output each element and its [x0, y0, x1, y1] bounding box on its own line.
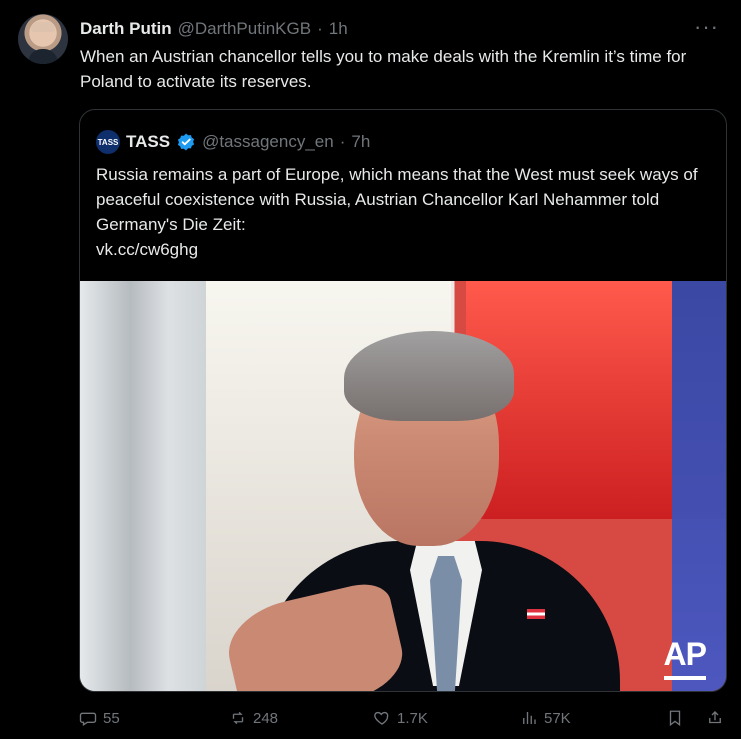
speaker-figure [219, 331, 635, 691]
quoted-separator-dot: · [339, 132, 346, 151]
quoted-tweet-text: Russia remains a part of Europe, which m… [96, 162, 710, 262]
hair [344, 331, 514, 421]
reply-button[interactable]: 55 [79, 703, 120, 733]
quoted-tweet-card[interactable]: TASS TASS @tassagency_en · 7h Russia rem… [79, 109, 727, 692]
like-button[interactable]: 1.7K [373, 703, 428, 733]
views-icon [523, 712, 536, 724]
share-icon [709, 711, 721, 724]
tass-logo[interactable]: TASS [96, 130, 120, 154]
reply-icon [79, 712, 97, 726]
quoted-author-name[interactable]: TASS [126, 132, 170, 152]
separator-dot: · [317, 19, 323, 38]
eu-flag-edge [672, 281, 726, 691]
verified-badge-icon [177, 133, 195, 151]
ap-photo-credit: AP [663, 636, 707, 680]
avatar-hair [31, 22, 55, 32]
tweet-header: Darth Putin @DarthPutinKGB · 1h [80, 18, 721, 40]
bookmark-button[interactable] [666, 703, 684, 733]
avatar-collar [28, 49, 58, 64]
tweet-text: When an Austrian chancellor tells you to… [80, 47, 687, 91]
repost-count: 248 [253, 709, 279, 727]
author-avatar[interactable] [18, 14, 68, 64]
view-count: 57K [544, 709, 571, 727]
more-menu-icon[interactable]: ··· [694, 14, 719, 40]
quoted-tweet-link[interactable]: vk.cc/cw6ghg [96, 237, 710, 262]
curtain-background [80, 281, 206, 691]
gesturing-hand [219, 578, 411, 691]
quoted-tweet-body: Russia remains a part of Europe, which m… [96, 165, 698, 234]
lapel-pin [527, 609, 545, 619]
heart-icon [374, 711, 389, 725]
author-name[interactable]: Darth Putin [80, 19, 172, 39]
author-handle[interactable]: @DarthPutinKGB [178, 19, 311, 39]
share-button[interactable] [706, 703, 724, 733]
quoted-tweet-photo[interactable]: AP [80, 281, 726, 691]
reply-count: 55 [103, 709, 120, 727]
tweet-time[interactable]: 1h [329, 19, 348, 39]
tweet-actions: 55 248 1.7K 57K [0, 703, 741, 733]
quoted-author-handle[interactable]: @tassagency_en [202, 132, 334, 152]
quoted-tweet-time[interactable]: 7h [351, 132, 370, 152]
bookmark-icon [669, 710, 681, 727]
like-count: 1.7K [397, 709, 428, 727]
repost-button[interactable]: 248 [229, 703, 278, 733]
views-button[interactable]: 57K [520, 703, 571, 733]
quoted-tweet-header: TASS TASS @tassagency_en · 7h [96, 130, 370, 154]
repost-icon [232, 711, 244, 725]
